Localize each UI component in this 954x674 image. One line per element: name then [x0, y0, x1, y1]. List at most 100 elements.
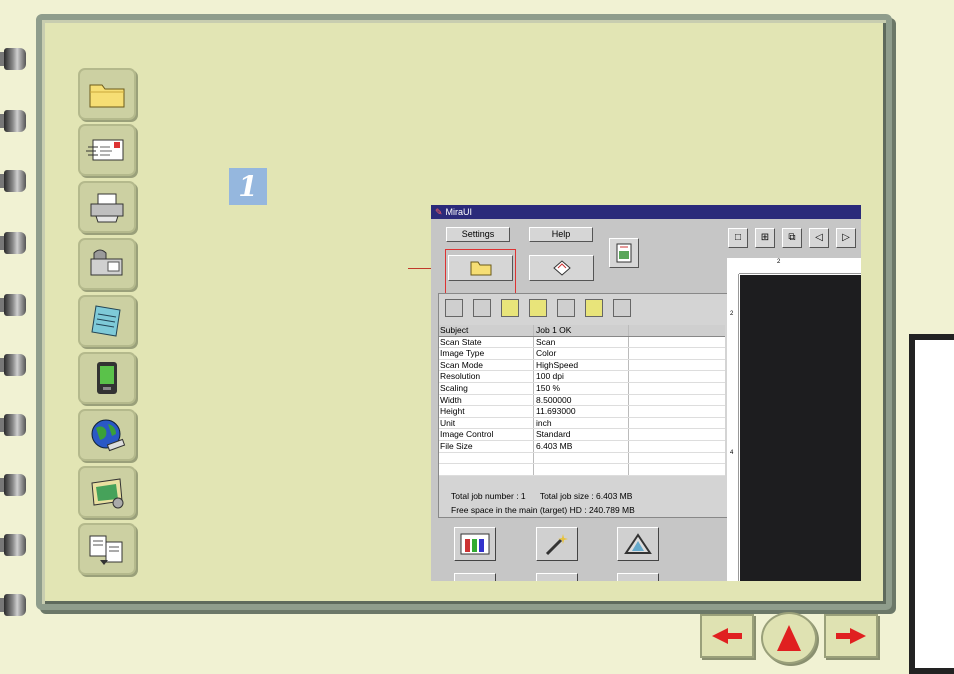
pda-button[interactable]: [78, 352, 136, 404]
total-job-number: Total job number : 1: [451, 491, 526, 501]
settings-button[interactable]: Settings: [446, 227, 510, 242]
binder-ring: [0, 48, 26, 70]
select-tool-button[interactable]: □: [728, 228, 748, 248]
copy-documents-icon: [89, 535, 123, 565]
folder-icon: [89, 84, 125, 108]
previous-button[interactable]: ◁: [809, 228, 829, 248]
color-bars-button[interactable]: [454, 527, 496, 561]
toolbar-button-1[interactable]: [445, 299, 463, 317]
table-row[interactable]: Scan Mode HighSpeed: [439, 359, 725, 372]
printer-button[interactable]: [78, 181, 136, 233]
cell-subject: Scan State: [439, 336, 534, 348]
table-row[interactable]: Height 11.693000: [439, 406, 725, 418]
cell-value: Scan: [534, 336, 629, 348]
binder-ring: [0, 294, 26, 316]
cell-subject: Width: [439, 394, 534, 406]
ruler-left: 2 4: [727, 274, 739, 581]
up-arrow-icon: [777, 625, 801, 651]
bottom-button-5[interactable]: [536, 573, 578, 581]
color-bars-icon: [460, 533, 490, 555]
image-preview-button[interactable]: [609, 238, 639, 268]
color-triangle-button[interactable]: [617, 527, 659, 561]
cell-value: 8.500000: [534, 394, 629, 406]
bottom-button-6[interactable]: [617, 573, 659, 581]
previous-page-button[interactable]: [700, 614, 754, 658]
table-row[interactable]: Unit inch: [439, 417, 725, 430]
cell-value: Color: [534, 348, 629, 359]
image-edit-button[interactable]: [78, 466, 136, 518]
color-triangle-icon: [624, 533, 652, 554]
cell-empty: [629, 337, 725, 348]
next-page-button[interactable]: [824, 614, 878, 658]
copy-tool-button[interactable]: ⧉: [782, 228, 802, 248]
cell-subject: Resolution: [439, 371, 534, 382]
cell-subject: Scaling: [439, 382, 534, 394]
window-title: MiraUI: [445, 207, 473, 217]
toolbar-button-7[interactable]: [613, 299, 631, 317]
cell-empty: [629, 418, 725, 429]
table-row[interactable]: Width 8.500000: [439, 394, 725, 407]
cell-empty: [629, 395, 725, 406]
table-row[interactable]: File Size 6.403 MB: [439, 440, 725, 453]
help-button[interactable]: Help: [529, 227, 593, 242]
binder-ring: [0, 232, 26, 254]
table-row[interactable]: Scaling 150 %: [439, 382, 725, 395]
globe-button[interactable]: [78, 409, 136, 461]
ruler-top: 2: [739, 258, 861, 274]
pda-icon: [97, 362, 117, 394]
miraui-window: ✎ MiraUI Settings Help □ ⊞ ⧉ ◁ ▷ Subject …: [431, 205, 861, 581]
scan-icon: [552, 260, 571, 276]
table-row[interactable]: Scan State Scan: [439, 336, 725, 349]
cell-value: Standard: [534, 429, 629, 440]
cell-subject: Scan Mode: [439, 359, 534, 371]
cell-value: HighSpeed: [534, 359, 629, 371]
mail-button[interactable]: [78, 124, 136, 176]
next-button[interactable]: ▷: [836, 228, 856, 248]
free-space: Free space in the main (target) HD : 240…: [451, 505, 635, 515]
top-page-button[interactable]: [761, 612, 817, 664]
cell-empty: [629, 348, 725, 359]
cell-value: 100 dpi: [534, 371, 629, 382]
table-row[interactable]: Image Control Standard: [439, 429, 725, 441]
app-icon: ✎: [435, 207, 443, 217]
header-empty: [629, 325, 725, 336]
cell-subject: Unit: [439, 417, 534, 429]
ruler-label: 2: [777, 259, 781, 265]
left-arrow-icon: [712, 628, 742, 644]
binder-ring: [0, 170, 26, 192]
cell-empty: [629, 441, 725, 452]
toolbar-button-6[interactable]: [585, 299, 603, 317]
copy-documents-button[interactable]: [78, 523, 136, 575]
image-document-icon: [616, 243, 632, 263]
table-row[interactable]: Resolution 100 dpi: [439, 371, 725, 383]
zoom-in-button[interactable]: ⊞: [755, 228, 775, 248]
totals: Total job number : 1 Total job size : 6.…: [451, 489, 635, 517]
header-job: Job 1 OK: [534, 325, 629, 336]
table-row[interactable]: Image Type Color: [439, 348, 725, 360]
total-job-size: Total job size : 6.403 MB: [539, 491, 633, 501]
toolbar-button-4[interactable]: [529, 299, 547, 317]
binder-ring: [0, 110, 26, 132]
cell-empty: [629, 429, 725, 440]
folder-button[interactable]: [78, 68, 136, 120]
binder-ring: [0, 414, 26, 436]
binder-ring: [0, 594, 26, 616]
notepad-button[interactable]: [78, 295, 136, 347]
next-page-edge: [909, 334, 954, 674]
highlight-box: [445, 249, 516, 296]
job-panel: Subject Job 1 OK Scan State Scan Image Typ…: [438, 293, 728, 518]
ruler-label: 2: [730, 311, 734, 317]
cell-subject: Image Type: [439, 348, 534, 359]
right-arrow-icon: [836, 628, 866, 644]
toolbar-button-5[interactable]: [557, 299, 575, 317]
fax-button[interactable]: [78, 238, 136, 290]
mail-icon: [86, 139, 124, 161]
bottom-button-4[interactable]: [454, 573, 496, 581]
toolbar-button-2[interactable]: [473, 299, 491, 317]
toolbar-button-3[interactable]: [501, 299, 519, 317]
magic-wand-button[interactable]: [536, 527, 578, 561]
image-edit-icon: [91, 478, 124, 509]
job-table: Subject Job 1 OK Scan State Scan Image Typ…: [439, 325, 725, 476]
preview-image: [740, 275, 861, 581]
scan-button[interactable]: [529, 255, 594, 281]
